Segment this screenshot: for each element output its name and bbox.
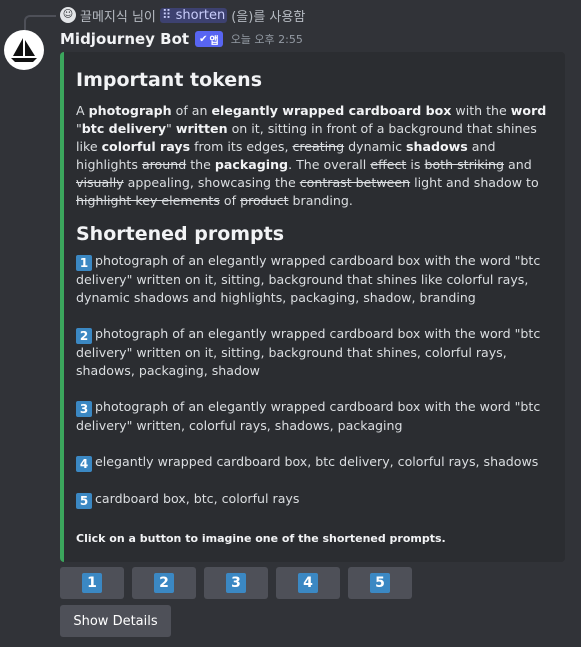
slash-icon: ⠿ (161, 7, 176, 23)
important-token: btc delivery (81, 121, 167, 136)
shortened-prompt: 2 photograph of an elegantly wrapped card… (76, 325, 553, 380)
imagine-prompt-5-button[interactable]: 5 (348, 567, 412, 599)
imagine-prompt-2-button[interactable]: 2 (132, 567, 196, 599)
important-token: photograph (88, 103, 172, 118)
reply-user[interactable]: 끌메지식 님이 (80, 6, 156, 25)
shortened-prompt: 5 cardboard box, btc, colorful rays (76, 490, 553, 509)
removed-token: creating (292, 139, 345, 154)
token-text: of an (171, 103, 212, 118)
removed-token: contrast between (299, 175, 411, 190)
token-text: of (219, 193, 241, 208)
important-token: colorful rays (101, 139, 191, 154)
token-text: A (76, 103, 89, 118)
prompt-text: photograph of an elegantly wrapped cardb… (76, 399, 541, 433)
slash-command[interactable]: ⠿ shorten (159, 7, 228, 23)
token-text: appealing, showcasing the (123, 175, 300, 190)
token-text: " (166, 121, 176, 136)
prompt-text: photograph of an elegantly wrapped cardb… (76, 326, 541, 378)
token-text: is (406, 157, 425, 172)
reply-suffix: (을)를 사용함 (231, 9, 306, 25)
embed: Important tokens A photograph of an eleg… (60, 52, 565, 562)
token-text: dynamic (344, 139, 406, 154)
keycap-2-icon: 2 (154, 573, 174, 593)
keycap-2-icon: 2 (76, 328, 92, 344)
slash-command-name: shorten (175, 7, 226, 23)
important-token: written (175, 121, 228, 136)
timestamp[interactable]: 오늘 오후 2:55 (231, 31, 303, 47)
app-badge: ✔ 앱 (195, 31, 223, 47)
tokens-heading: Important tokens (76, 69, 263, 91)
removed-token: product (240, 193, 289, 208)
keycap-3-icon: 3 (76, 401, 92, 417)
shortened-prompt: 3 photograph of an elegantly wrapped card… (76, 398, 553, 435)
app-badge-label: 앱 (209, 35, 219, 47)
shortened-prompt: 4 elegantly wrapped cardboard box, btc de… (76, 453, 553, 472)
prompts-heading: Shortened prompts (76, 223, 285, 245)
removed-token: effect (370, 157, 407, 172)
removed-token: both striking (424, 157, 505, 172)
token-text: with the (451, 103, 511, 118)
keycap-4-icon: 4 (76, 456, 92, 472)
sailboat-icon (11, 38, 37, 62)
keycap-1-icon: 1 (76, 255, 92, 271)
important-token: shadows (406, 139, 468, 154)
important-token: packaging (214, 157, 289, 172)
important-token: word (510, 103, 547, 118)
show-details-button[interactable]: Show Details (60, 605, 171, 637)
button-row: 1 2 3 4 5 (60, 567, 412, 599)
keycap-1-icon: 1 (82, 573, 102, 593)
username[interactable]: Midjourney Bot (60, 30, 189, 48)
keycap-5-icon: 5 (370, 573, 390, 593)
token-text: light and shadow to (410, 175, 539, 190)
prompt-text: elegantly wrapped cardboard box, btc del… (95, 454, 539, 469)
removed-token: visually (76, 175, 124, 190)
reply-reference[interactable]: ☺ 끌메지식 님이 ⠿ shorten (을)를 사용함 (24, 4, 306, 31)
token-text: branding. (288, 193, 353, 208)
prompt-list: 1 photograph of an elegantly wrapped card… (76, 252, 553, 509)
prompt-text: photograph of an elegantly wrapped cardb… (76, 253, 541, 305)
reply-spine (24, 15, 56, 31)
token-text: and (504, 157, 532, 172)
imagine-prompt-1-button[interactable]: 1 (60, 567, 124, 599)
token-text: from its edges, (190, 139, 293, 154)
embed-footer: Click on a button to imagine one of the … (76, 532, 446, 545)
removed-token: around (141, 157, 187, 172)
keycap-4-icon: 4 (298, 573, 318, 593)
keycap-3-icon: 3 (226, 573, 246, 593)
reply-user-avatar: ☺ (60, 7, 76, 23)
token-text: the (186, 157, 215, 172)
keycap-5-icon: 5 (76, 493, 92, 509)
imagine-prompt-4-button[interactable]: 4 (276, 567, 340, 599)
removed-token: highlight key elements (76, 193, 220, 208)
shortened-prompt: 1 photograph of an elegantly wrapped card… (76, 252, 553, 307)
important-token: elegantly wrapped cardboard box (211, 103, 452, 118)
message-header: Midjourney Bot ✔ 앱 오늘 오후 2:55 (60, 28, 303, 50)
tokens-paragraph: A photograph of an elegantly wrapped car… (76, 102, 553, 210)
token-text: . The overall (288, 157, 371, 172)
check-icon: ✔ (199, 33, 208, 45)
avatar[interactable] (4, 30, 44, 70)
prompt-text: cardboard box, btc, colorful rays (95, 491, 300, 506)
imagine-prompt-3-button[interactable]: 3 (204, 567, 268, 599)
